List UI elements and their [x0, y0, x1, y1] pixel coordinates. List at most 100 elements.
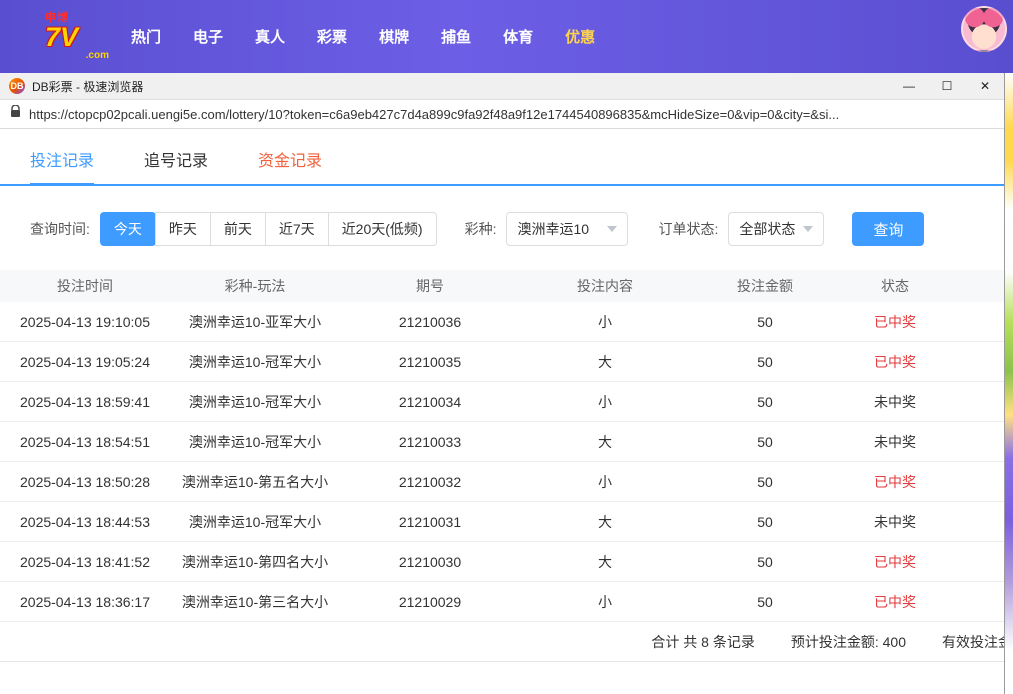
cell-bet-amount: 50: [690, 354, 840, 370]
site-logo[interactable]: 申博 7V .com: [45, 13, 109, 61]
cell-bet-content: 大: [520, 432, 690, 452]
order-status-select[interactable]: 全部状态: [728, 212, 824, 246]
summary-expected-amount: 预计投注金额: 400: [791, 632, 906, 652]
header-cell-2: 彩种-玩法: [170, 276, 340, 296]
cell-bet-content: 大: [520, 352, 690, 372]
site-nav: 申博 7V .com 热门 电子 真人 彩票 棋牌 捕鱼 体育 优惠: [0, 0, 1013, 73]
summary-total-records: 合计 共 8 条记录: [651, 632, 754, 652]
header-cell-6: 状态: [840, 276, 950, 296]
table-row: 2025-04-13 18:36:17澳洲幸运10-第三名大小21210029小…: [0, 582, 1004, 622]
cell-issue-no: 21210030: [340, 554, 520, 570]
time-filter-option-5[interactable]: 近20天(低频): [328, 212, 437, 246]
cell-bet-content: 小: [520, 392, 690, 412]
lottery-filter-label: 彩种:: [465, 219, 497, 239]
cell-issue-no: 21210031: [340, 514, 520, 530]
cell-bet-time: 2025-04-13 18:54:51: [0, 434, 170, 450]
cell-status: 已中奖: [840, 312, 950, 332]
table-row: 2025-04-13 18:41:52澳洲幸运10-第四名大小21210030大…: [0, 542, 1004, 582]
table-row: 2025-04-13 18:59:41澳洲幸运10-冠军大小21210034小5…: [0, 382, 1004, 422]
tab-fund-records[interactable]: 资金记录: [258, 147, 322, 184]
cell-game-play: 澳洲幸运10-第三名大小: [170, 592, 340, 612]
tab-bet-records[interactable]: 投注记录: [30, 147, 94, 184]
lock-icon: [10, 105, 21, 123]
cell-game-play: 澳洲幸运10-第四名大小: [170, 552, 340, 572]
cell-issue-no: 21210035: [340, 354, 520, 370]
filter-bar: 查询时间: 今天昨天前天近7天近20天(低频) 彩种: 澳洲幸运10 订单状态:…: [0, 186, 1004, 270]
bet-table-header: 投注时间彩种-玩法期号投注内容投注金额状态: [0, 270, 1004, 302]
search-button[interactable]: 查询: [852, 212, 924, 246]
cell-status: 未中奖: [840, 392, 950, 412]
table-row: 2025-04-13 19:10:05澳洲幸运10-亚军大小21210036小5…: [0, 302, 1004, 342]
cell-bet-content: 大: [520, 512, 690, 532]
cell-bet-amount: 50: [690, 394, 840, 410]
nav-item-3[interactable]: 真人: [255, 26, 285, 47]
cell-bet-time: 2025-04-13 19:05:24: [0, 354, 170, 370]
site-nav-items: 热门 电子 真人 彩票 棋牌 捕鱼 体育 优惠: [131, 26, 595, 47]
summary-valid-amount: 有效投注金额: [942, 632, 1004, 652]
browser-titlebar[interactable]: DB DB彩票 - 极速浏览器 — ☐ ✕: [0, 73, 1004, 100]
chevron-down-icon: [803, 226, 813, 232]
cell-bet-time: 2025-04-13 18:50:28: [0, 474, 170, 490]
url-text[interactable]: https://ctopcp02pcali.uengi5e.com/lotter…: [29, 107, 839, 122]
nav-item-2[interactable]: 电子: [193, 26, 223, 47]
address-bar[interactable]: https://ctopcp02pcali.uengi5e.com/lotter…: [0, 100, 1004, 129]
table-row: 2025-04-13 18:54:51澳洲幸运10-冠军大小21210033大5…: [0, 422, 1004, 462]
time-filter-option-1[interactable]: 今天: [100, 212, 156, 246]
table-row: 2025-04-13 19:05:24澳洲幸运10-冠军大小21210035大5…: [0, 342, 1004, 382]
nav-item-7[interactable]: 体育: [503, 26, 533, 47]
table-row: 2025-04-13 18:50:28澳洲幸运10-第五名大小21210032小…: [0, 462, 1004, 502]
cell-status: 未中奖: [840, 512, 950, 532]
table-summary: 合计 共 8 条记录 预计投注金额: 400 有效投注金额: [0, 622, 1004, 662]
header-cell-5: 投注金额: [690, 276, 840, 296]
cell-bet-content: 小: [520, 312, 690, 332]
cell-issue-no: 21210029: [340, 594, 520, 610]
time-filter-option-4[interactable]: 近7天: [265, 212, 329, 246]
tab-chase-records[interactable]: 追号记录: [144, 147, 208, 184]
cell-bet-amount: 50: [690, 314, 840, 330]
cell-status: 未中奖: [840, 432, 950, 452]
nav-item-8[interactable]: 优惠: [565, 26, 595, 47]
logo-main-text: 7V: [45, 24, 109, 51]
cell-bet-time: 2025-04-13 19:10:05: [0, 314, 170, 330]
nav-item-4[interactable]: 彩票: [317, 26, 347, 47]
cell-issue-no: 21210032: [340, 474, 520, 490]
cell-bet-content: 小: [520, 472, 690, 492]
cell-status: 已中奖: [840, 352, 950, 372]
time-filter-option-2[interactable]: 昨天: [155, 212, 211, 246]
cell-bet-amount: 50: [690, 474, 840, 490]
cell-bet-time: 2025-04-13 18:41:52: [0, 554, 170, 570]
nav-item-6[interactable]: 捕鱼: [441, 26, 471, 47]
cell-bet-amount: 50: [690, 554, 840, 570]
nav-item-1[interactable]: 热门: [131, 26, 161, 47]
cell-status: 已中奖: [840, 552, 950, 572]
header-cell-1: 投注时间: [0, 276, 170, 296]
window-controls: — ☐ ✕: [890, 73, 1004, 100]
cell-bet-time: 2025-04-13 18:44:53: [0, 514, 170, 530]
close-icon[interactable]: ✕: [966, 73, 1004, 100]
cell-bet-amount: 50: [690, 434, 840, 450]
cell-status: 已中奖: [840, 472, 950, 492]
cell-game-play: 澳洲幸运10-冠军大小: [170, 392, 340, 412]
lottery-select[interactable]: 澳洲幸运10: [506, 212, 628, 246]
order-status-value: 全部状态: [739, 219, 795, 239]
browser-window: DB DB彩票 - 极速浏览器 — ☐ ✕ https://ctopcp02pc…: [0, 73, 1005, 694]
cell-bet-time: 2025-04-13 18:59:41: [0, 394, 170, 410]
cell-issue-no: 21210036: [340, 314, 520, 330]
header-cell-3: 期号: [340, 276, 520, 296]
cell-bet-content: 小: [520, 592, 690, 612]
minimize-icon[interactable]: —: [890, 73, 928, 100]
order-status-label: 订单状态:: [658, 219, 718, 239]
user-avatar[interactable]: [961, 6, 1007, 52]
table-row: 2025-04-13 18:44:53澳洲幸运10-冠军大小21210031大5…: [0, 502, 1004, 542]
header-cell-4: 投注内容: [520, 276, 690, 296]
time-filter-option-3[interactable]: 前天: [210, 212, 266, 246]
maximize-icon[interactable]: ☐: [928, 73, 966, 100]
cell-game-play: 澳洲幸运10-冠军大小: [170, 432, 340, 452]
cell-game-play: 澳洲幸运10-亚军大小: [170, 312, 340, 332]
bet-table-body: 2025-04-13 19:10:05澳洲幸运10-亚军大小21210036小5…: [0, 302, 1004, 622]
cell-game-play: 澳洲幸运10-第五名大小: [170, 472, 340, 492]
cell-bet-content: 大: [520, 552, 690, 572]
nav-item-5[interactable]: 棋牌: [379, 26, 409, 47]
cell-game-play: 澳洲幸运10-冠军大小: [170, 352, 340, 372]
background-page-strip: [1005, 73, 1013, 694]
